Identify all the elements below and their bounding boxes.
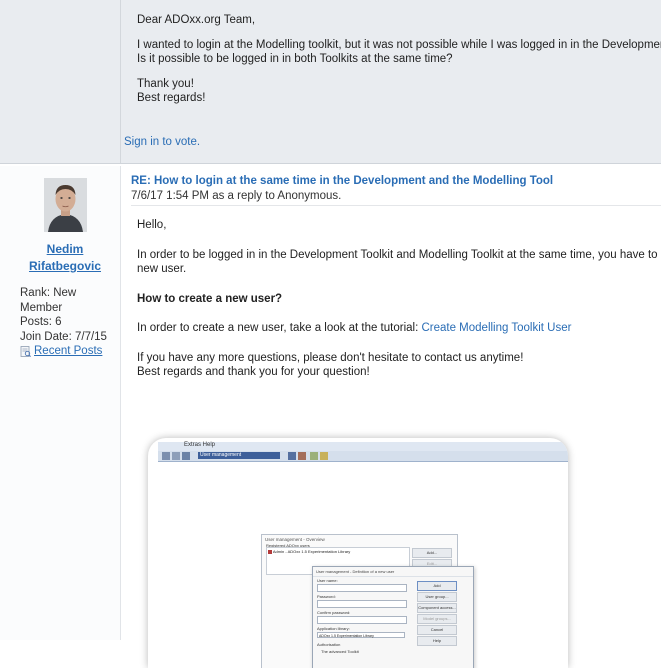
- screenshot-toolbar: User management: [158, 451, 568, 462]
- previous-post-body: Dear ADOxx.org Team, I wanted to login a…: [137, 13, 661, 116]
- recent-posts-icon: [20, 345, 31, 357]
- screenshot-dialog2-button: User group...: [417, 592, 457, 602]
- screenshot-toolbar-label: User management: [198, 452, 280, 459]
- author-rank: Rank: New Member: [20, 287, 77, 314]
- screenshot-dialog2-button: Component access...: [417, 603, 457, 613]
- post-para2-text: In order to create a new user, take a lo…: [137, 322, 422, 334]
- screenshot-confirm-password-field: [317, 616, 407, 624]
- avatar[interactable]: [44, 178, 87, 232]
- screenshot-dialog1-list-item: Admin - ADOxx 1.5 Experimentation Librar…: [272, 549, 351, 554]
- post-subtitle: 7/6/17 1:54 PM as a reply to Anonymous.: [131, 190, 342, 202]
- previous-post-line-2: Is it possible to be logged in in both T…: [137, 53, 453, 65]
- author-column: Nedim Rifatbegovic Rank: New Member Post…: [0, 166, 121, 640]
- avatar-photo-icon: [44, 178, 87, 232]
- previous-post-greeting: Dear ADOxx.org Team,: [137, 14, 256, 26]
- previous-post-regards: Best regards!: [137, 92, 206, 104]
- previous-post-author-column: [0, 0, 121, 163]
- post-hello: Hello,: [137, 219, 167, 231]
- screenshot-dialog-new-user: User management - Definition of a new us…: [312, 566, 474, 668]
- recent-posts-link[interactable]: Recent Posts: [34, 344, 102, 359]
- screenshot-tool-icon: [310, 452, 318, 460]
- user-icon: [268, 549, 272, 554]
- screenshot-menubar: Extras Help: [158, 442, 568, 451]
- screenshot-field-label: User name:: [317, 578, 338, 583]
- recent-posts-row: Recent Posts: [20, 344, 120, 359]
- post-body: Hello, In order to be logged in in the D…: [137, 218, 661, 395]
- author-join-date: Join Date: 7/7/15: [20, 330, 107, 343]
- screenshot-auth-checkbox-label: The advanced Toolkit: [321, 649, 359, 654]
- embedded-screenshot: Extras Help User management User managem…: [148, 424, 575, 668]
- screenshot-dialog2-title: User management - Definition of a new us…: [313, 567, 473, 577]
- author-last-name: Rifatbegovic: [28, 259, 101, 273]
- screenshot-tool-icon: [182, 452, 190, 460]
- screenshot-tool-icon: [172, 452, 180, 460]
- previous-post: Dear ADOxx.org Team, I wanted to login a…: [0, 0, 661, 164]
- author-meta: Rank: New Member Posts: 6 Join Date: 7/7…: [20, 286, 120, 359]
- post-para3-line2: Best regards and thank you for your ques…: [137, 366, 370, 378]
- screenshot-user-name-field: [317, 584, 407, 592]
- reply-post: Nedim Rifatbegovic Rank: New Member Post…: [0, 166, 661, 668]
- tutorial-link[interactable]: Create Modelling Toolkit User: [421, 322, 571, 334]
- screenshot-tool-icon: [320, 452, 328, 460]
- author-name-link[interactable]: Nedim Rifatbegovic: [20, 241, 110, 275]
- screenshot-tool-icon: [298, 452, 306, 460]
- screenshot-password-field: [317, 600, 407, 608]
- previous-post-thanks: Thank you!: [137, 78, 194, 90]
- screenshot-menu-text: Extras Help: [184, 442, 216, 448]
- screenshot-library-select: ADOxx 1.5 Experimentation Library: [317, 632, 405, 638]
- author-posts: Posts: 6: [20, 316, 62, 328]
- sign-in-to-vote-link[interactable]: Sign in to vote.: [124, 136, 200, 148]
- screenshot-tool-icon: [162, 452, 170, 460]
- author-first-name: Nedim: [46, 242, 84, 256]
- post-para1-line1: In order to be logged in in the Developm…: [137, 248, 661, 261]
- screenshot-window-frame: Extras Help User management User managem…: [148, 438, 568, 668]
- screenshot-dialog2-button: Help: [417, 636, 457, 646]
- previous-post-line-1: I wanted to login at the Modelling toolk…: [137, 39, 661, 51]
- screenshot-dialog2-button: Add: [417, 581, 457, 591]
- screenshot-field-label: Confirm password:: [317, 610, 351, 615]
- screenshot-dialog1-add-button: Add...: [412, 548, 452, 558]
- post-para3-line1: If you have any more questions, please d…: [137, 351, 524, 364]
- screenshot-field-label: Password:: [317, 594, 336, 599]
- screenshot-field-label: Application library:: [317, 626, 350, 631]
- screenshot-auth-label: Authorisation: [317, 642, 341, 647]
- screenshot-dialog2-button: Cancel: [417, 625, 457, 635]
- post-heading: How to create a new user?: [137, 292, 283, 305]
- post-para1-line2: new user.: [137, 263, 187, 275]
- post-title-link[interactable]: RE: How to login at the same time in the…: [131, 175, 553, 187]
- screenshot-dialog2-button: Model groups...: [417, 614, 457, 624]
- screenshot-tool-icon: [288, 452, 296, 460]
- post-divider: [131, 205, 661, 206]
